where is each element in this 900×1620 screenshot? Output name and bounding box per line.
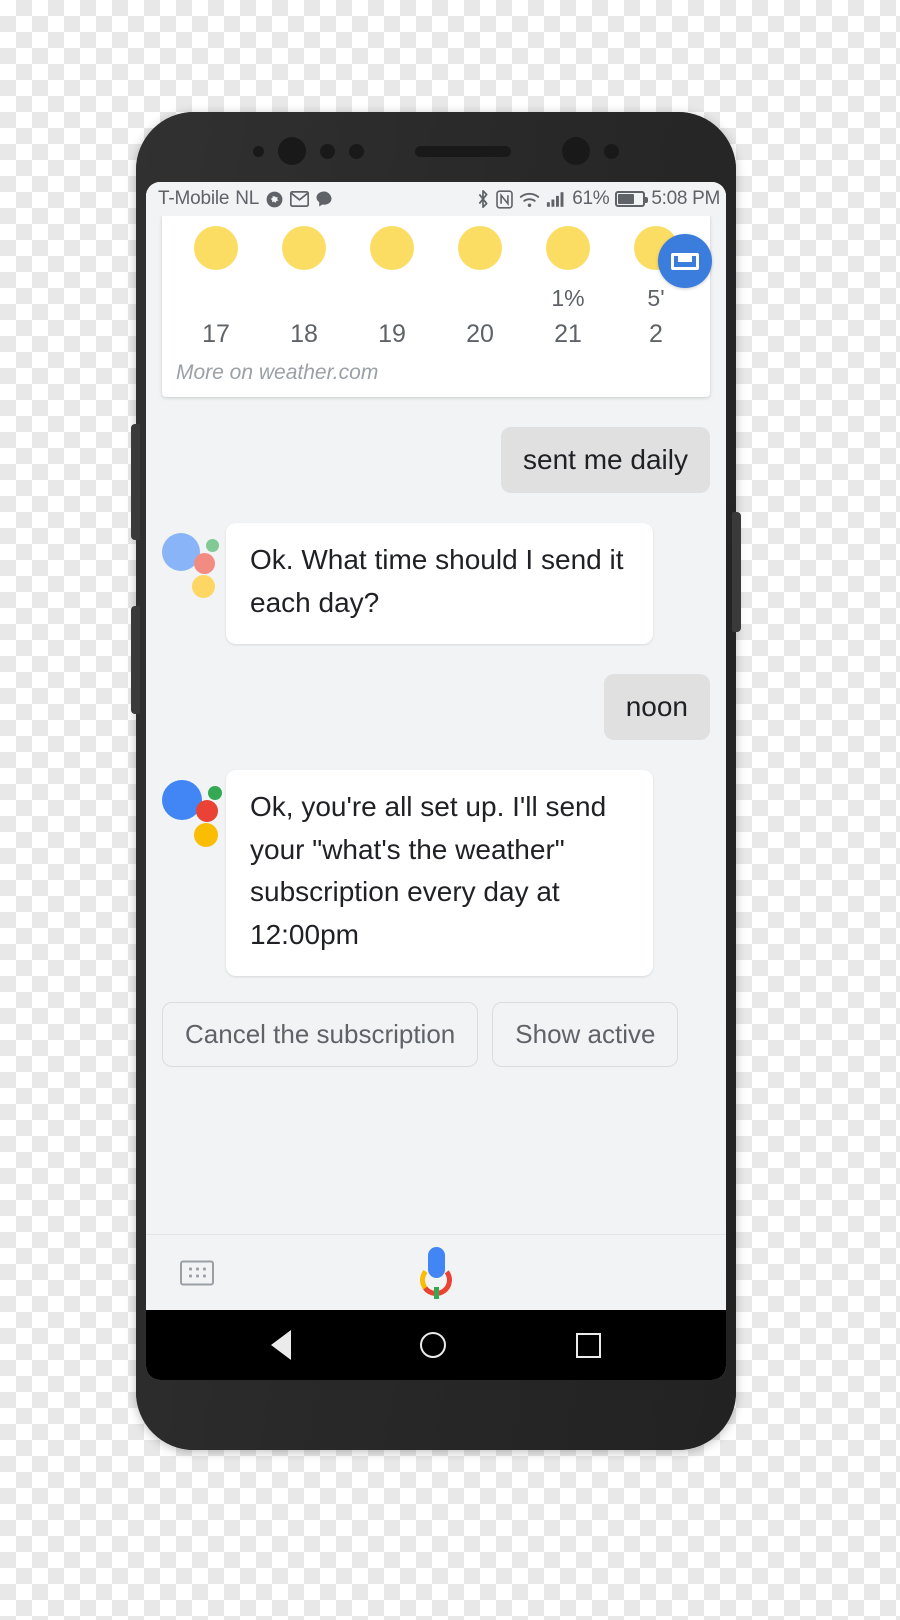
sensor-dot-icon [253,145,264,157]
weather-hour-column: 1% 21 [524,226,612,349]
sensor-dot-icon [349,143,364,159]
suggestion-chip-row: Cancel the subscription Show active [162,1002,710,1083]
google-assistant-logo-icon [162,774,222,848]
power-button[interactable] [732,512,741,632]
assistant-red-dot-icon [196,800,218,823]
battery-icon [615,191,649,207]
earpiece-speaker-icon [415,145,511,157]
clock-label: 5:08 PM [651,188,720,209]
assistant-message-bubble: Ok. What time should I send it each day? [226,523,654,645]
battery-percent-label: 61% [572,188,610,209]
iris-scanner-icon [562,137,590,165]
assistant-message-bubble: Ok, you're all set up. I'll send your "w… [226,770,654,977]
volume-up-button[interactable] [131,424,140,540]
status-bar-right: 61% 5:08 PM [476,188,720,210]
sun-icon [194,226,238,270]
google-assistant-logo-icon [162,527,219,598]
front-camera-icon [278,137,306,165]
assistant-green-dot-icon [208,786,222,801]
carrier-label: T-Mobile [158,188,230,209]
weather-hour-column: 20 [436,226,524,349]
volume-down-button[interactable] [131,606,140,714]
weather-card[interactable]: 17 18 19 20 1% 21 5' 2 More on weather.c… [162,216,712,397]
sun-icon [370,226,414,270]
recents-nav-icon[interactable] [576,1332,602,1358]
back-nav-icon[interactable] [270,1330,291,1360]
status-bar: T-Mobile NL 61% 5:08 PM [146,182,726,216]
user-message-bubble: noon [603,674,710,741]
wifi-icon [519,191,540,208]
settings-icon [265,190,284,209]
gmail-icon [290,191,310,207]
hour-label: 18 [290,320,318,348]
assistant-yellow-dot-icon [192,575,215,598]
assistant-green-dot-icon [206,539,219,552]
phone-device: T-Mobile NL 61% 5:08 PM 17 18 19 20 1% 2… [131,112,741,1450]
precip-chance-label: 5' [647,285,665,311]
keyboard-spacebar-badge-icon[interactable] [658,234,712,288]
network-label: NL [235,188,260,209]
status-bar-left: T-Mobile NL [158,188,333,210]
sensor-dot-icon [320,143,335,159]
weather-hourly-row: 17 18 19 20 1% 21 5' 2 [162,216,712,349]
weather-hour-column: 18 [260,226,348,349]
hour-label: 19 [378,320,406,348]
assistant-red-dot-icon [194,553,215,574]
conversation-scroll-area[interactable]: 17 18 19 20 1% 21 5' 2 More on weather.c… [146,216,726,1234]
hour-label: 17 [202,320,230,348]
message-row-user: noon [162,674,710,741]
sun-icon [282,226,326,270]
front-sensor-bar [136,126,736,176]
phone-screen: T-Mobile NL 61% 5:08 PM 17 18 19 20 1% 2… [146,182,726,1380]
suggestion-chip-show-active[interactable]: Show active [492,1002,679,1068]
sensor-dot-icon [604,143,619,159]
nfc-icon [496,189,513,209]
chat-bubble-icon [315,190,333,208]
hour-label: 21 [554,320,582,348]
hour-label: 2 [649,320,663,348]
message-row-user: sent me daily [162,427,710,493]
sun-icon [458,226,502,270]
user-message-bubble: sent me daily [501,427,710,493]
assistant-yellow-dot-icon [194,823,218,848]
message-row-assistant: Ok, you're all set up. I'll send your "w… [162,770,710,977]
message-row-assistant: Ok. What time should I send it each day? [162,523,710,645]
home-nav-icon[interactable] [420,1332,447,1358]
sun-icon [546,226,590,270]
weather-hour-column: 17 [172,226,260,349]
cellular-signal-icon [546,191,566,208]
bluetooth-icon [476,189,490,209]
hour-label: 20 [466,320,494,348]
suggestion-chip-cancel-subscription[interactable]: Cancel the subscription [162,1002,479,1068]
android-navigation-bar [146,1310,726,1380]
weather-hour-column: 19 [348,226,436,349]
keyboard-icon[interactable] [180,1260,214,1285]
assistant-input-bar [146,1234,726,1310]
precip-chance-label: 1% [551,285,585,311]
google-mic-icon[interactable] [414,1246,458,1299]
weather-source-link[interactable]: More on weather.com [162,349,710,389]
